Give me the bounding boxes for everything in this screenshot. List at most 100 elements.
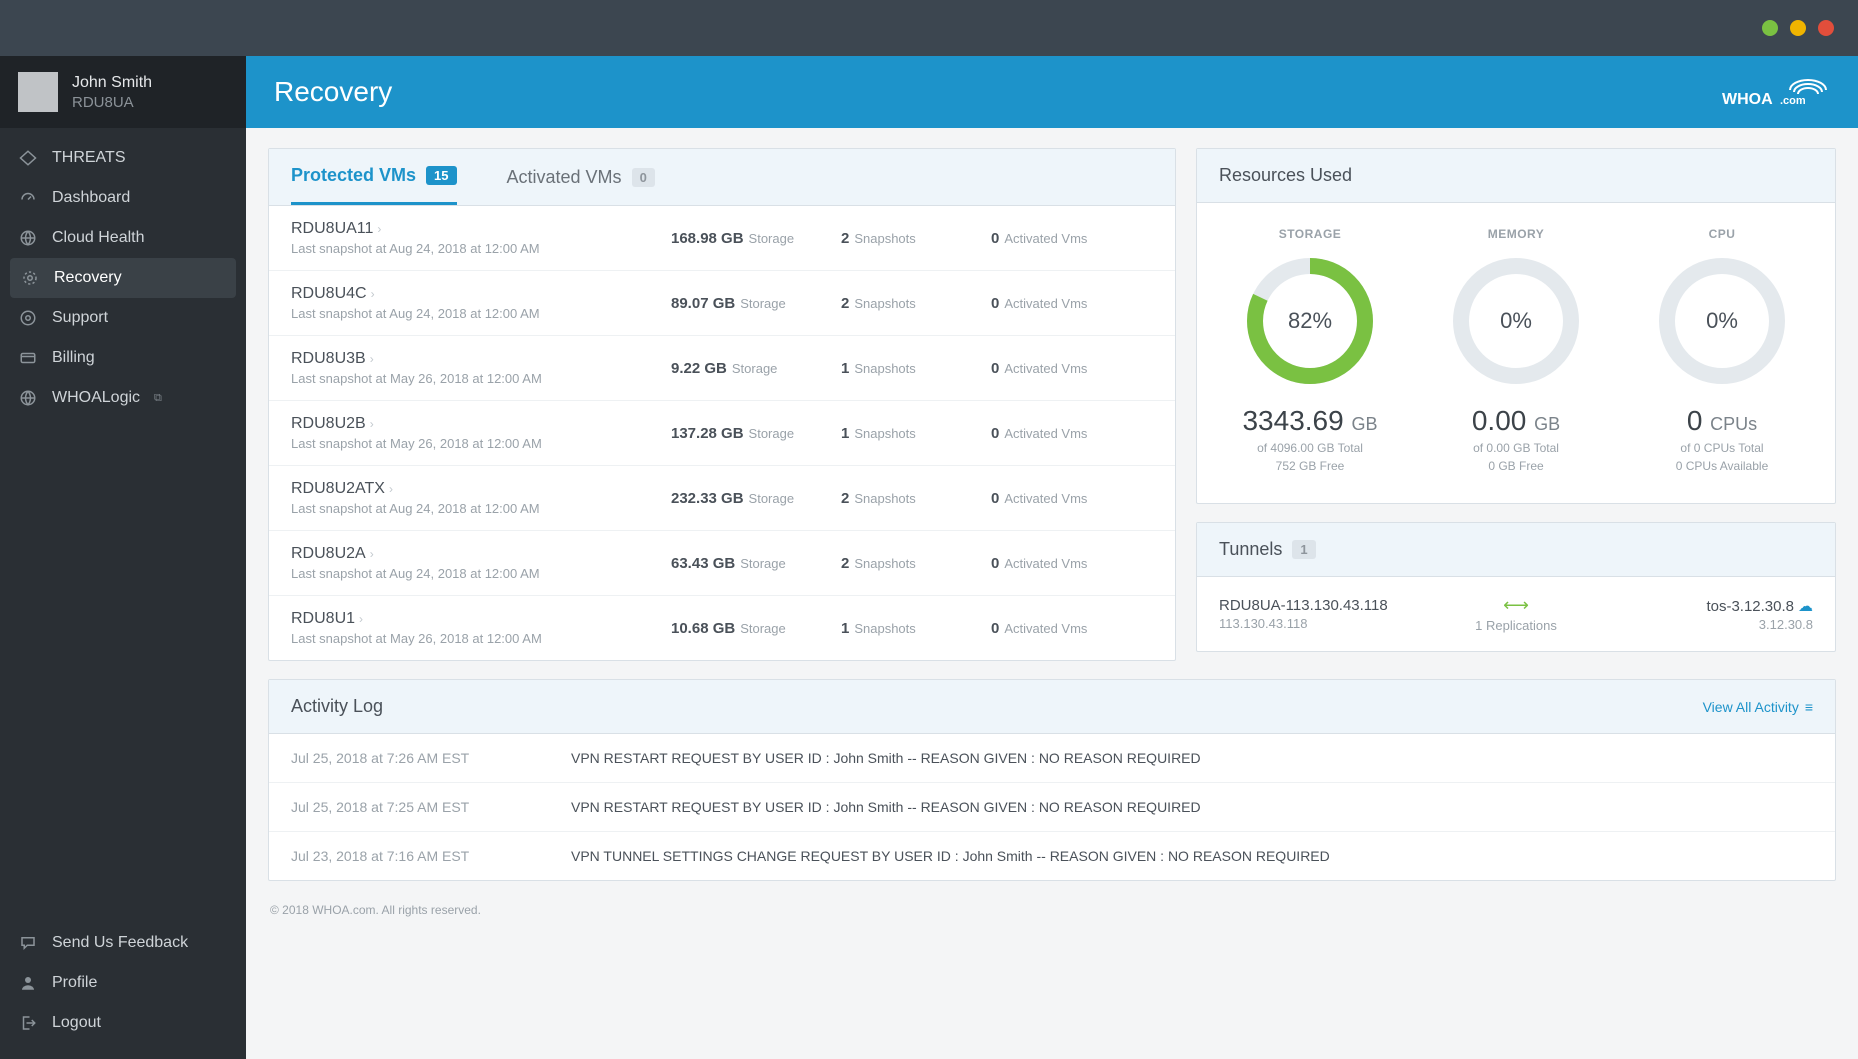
sidebar-item-support[interactable]: Support (0, 298, 246, 338)
tunnel-row[interactable]: RDU8UA-113.130.43.118 113.130.43.118 ⟷ 1… (1197, 577, 1835, 651)
vm-name: RDU8U2A › (291, 545, 374, 563)
sidebar-item-cloud-health[interactable]: Cloud Health (0, 218, 246, 258)
sidebar-item-label: Recovery (54, 269, 122, 287)
vm-storage-value: 63.43 GB (671, 555, 735, 572)
sidebar: John Smith RDU8UA THREATS Dashboard Cloud … (0, 56, 246, 1059)
activity-time: Jul 23, 2018 at 7:16 AM EST (291, 848, 571, 864)
vm-activated-value: 0 (991, 425, 999, 442)
vm-snapshots-value: 2 (841, 295, 849, 312)
vm-row[interactable]: RDU8UA11 ›Last snapshot at Aug 24, 2018 … (269, 206, 1175, 271)
vm-storage-value: 232.33 GB (671, 490, 744, 507)
page-header: Recovery WHOA .com (246, 56, 1858, 128)
vm-snapshots-value: 2 (841, 555, 849, 572)
resources-panel: Resources Used STORAGE82%3343.69 GBof 40… (1196, 148, 1836, 504)
sidebar-footer-item-profile[interactable]: Profile (0, 963, 246, 1003)
resource-cpu: CPU0%0 CPUsof 0 CPUs Total0 CPUs Availab… (1620, 227, 1824, 473)
resource-total: of 4096.00 GB Total (1208, 441, 1412, 455)
tunnels-title: Tunnels (1219, 539, 1282, 560)
activity-row: Jul 23, 2018 at 7:16 AM ESTVPN TUNNEL SE… (269, 832, 1835, 880)
tunnel-right-ip: 3.12.30.8 (1615, 617, 1813, 632)
vm-storage-value: 89.07 GB (671, 295, 735, 312)
vm-row[interactable]: RDU8U2B ›Last snapshot at May 26, 2018 a… (269, 401, 1175, 466)
sidebar-item-label: THREATS (52, 149, 125, 167)
footer-copyright: © 2018 WHOA.com. All rights reserved. (268, 899, 1836, 921)
resource-label: CPU (1620, 227, 1824, 241)
vm-row[interactable]: RDU8U4C ›Last snapshot at Aug 24, 2018 a… (269, 271, 1175, 336)
sidebar-footer-item-send-us-feedback[interactable]: Send Us Feedback (0, 923, 246, 963)
resource-label: STORAGE (1208, 227, 1412, 241)
vm-row[interactable]: RDU8U1 ›Last snapshot at May 26, 2018 at… (269, 596, 1175, 660)
activity-time: Jul 25, 2018 at 7:25 AM EST (291, 799, 571, 815)
vm-storage-label: Storage (740, 296, 786, 311)
chevron-right-icon: › (371, 287, 375, 301)
tunnels-count: 1 (1292, 540, 1315, 559)
cloud-icon: ☁ (1798, 598, 1813, 615)
tunnel-left-ip: 113.130.43.118 (1219, 616, 1417, 631)
vm-last-snapshot: Last snapshot at Aug 24, 2018 at 12:00 A… (291, 501, 671, 516)
chevron-right-icon: › (370, 547, 374, 561)
vm-name: RDU8U2B › (291, 415, 374, 433)
vm-last-snapshot: Last snapshot at Aug 24, 2018 at 12:00 A… (291, 306, 671, 321)
chevron-right-icon: › (370, 417, 374, 431)
support-icon (18, 308, 38, 328)
resource-label: MEMORY (1414, 227, 1618, 241)
sidebar-footer-label: Send Us Feedback (52, 934, 188, 952)
resource-memory: MEMORY0%0.00 GBof 0.00 GB Total0 GB Free (1414, 227, 1618, 473)
resources-title: Resources Used (1197, 149, 1835, 203)
vm-snapshots-label: Snapshots (854, 621, 915, 636)
vm-activated-value: 0 (991, 230, 999, 247)
resource-total: of 0 CPUs Total (1620, 441, 1824, 455)
sidebar-item-dashboard[interactable]: Dashboard (0, 178, 246, 218)
vm-last-snapshot: Last snapshot at May 26, 2018 at 12:00 A… (291, 371, 671, 386)
dashboard-icon (18, 188, 38, 208)
sidebar-footer-item-logout[interactable]: Logout (0, 1003, 246, 1043)
tab-activated-label: Activated VMs (507, 167, 622, 188)
sidebar-item-whoalogic[interactable]: WHOALogic ⧉ (0, 378, 246, 418)
bidirectional-arrow-icon: ⟷ (1417, 595, 1615, 616)
vm-snapshots-value: 2 (841, 490, 849, 507)
vm-snapshots-value: 1 (841, 425, 849, 442)
tab-protected-vms[interactable]: Protected VMs 15 (291, 149, 457, 205)
resource-free: 0 CPUs Available (1620, 459, 1824, 473)
brand-logo: WHOA .com (1720, 72, 1830, 112)
window-close-dot[interactable] (1818, 20, 1834, 36)
tunnel-left-name: RDU8UA-113.130.43.118 (1219, 597, 1417, 614)
window-maximize-dot[interactable] (1790, 20, 1806, 36)
resource-value: 0 CPUs (1620, 405, 1824, 437)
vm-last-snapshot: Last snapshot at Aug 24, 2018 at 12:00 A… (291, 566, 671, 581)
vm-storage-label: Storage (749, 426, 795, 441)
vm-activated-label: Activated Vms (1004, 426, 1087, 441)
vm-row[interactable]: RDU8U3B ›Last snapshot at May 26, 2018 a… (269, 336, 1175, 401)
tab-activated-vms[interactable]: Activated VMs 0 (507, 149, 655, 205)
activity-message: VPN RESTART REQUEST BY USER ID : John Sm… (571, 799, 1201, 815)
tab-protected-label: Protected VMs (291, 165, 416, 186)
activity-list: Jul 25, 2018 at 7:26 AM ESTVPN RESTART R… (269, 734, 1835, 880)
sidebar-item-label: Support (52, 309, 108, 327)
logout-icon (18, 1013, 38, 1033)
sidebar-item-billing[interactable]: Billing (0, 338, 246, 378)
vm-activated-label: Activated Vms (1004, 556, 1087, 571)
window-minimize-dot[interactable] (1762, 20, 1778, 36)
vm-snapshots-label: Snapshots (854, 231, 915, 246)
sidebar-item-label: Cloud Health (52, 229, 145, 247)
sidebar-item-threats[interactable]: THREATS (0, 138, 246, 178)
nav-footer: Send Us Feedback Profile Logout (0, 923, 246, 1059)
view-all-activity-link[interactable]: View All Activity ≡ (1703, 699, 1813, 715)
sidebar-item-recovery[interactable]: Recovery (10, 258, 236, 298)
vm-row[interactable]: RDU8U2ATX ›Last snapshot at Aug 24, 2018… (269, 466, 1175, 531)
vm-list: RDU8UA11 ›Last snapshot at Aug 24, 2018 … (269, 206, 1175, 660)
vms-panel: Protected VMs 15 Activated VMs 0 RDU8UA1… (268, 148, 1176, 661)
chevron-right-icon: › (389, 482, 393, 496)
user-block[interactable]: John Smith RDU8UA (0, 56, 246, 128)
external-link-icon: ⧉ (154, 392, 162, 405)
vm-storage-value: 137.28 GB (671, 425, 744, 442)
vm-name: RDU8U1 › (291, 610, 363, 628)
vm-storage-label: Storage (740, 621, 786, 636)
activity-header: Activity Log View All Activity ≡ (269, 680, 1835, 734)
resources-body: STORAGE82%3343.69 GBof 4096.00 GB Total7… (1197, 203, 1835, 503)
cloud-health-icon (18, 228, 38, 248)
vm-activated-value: 0 (991, 620, 999, 637)
threats-icon (18, 148, 38, 168)
sidebar-footer-label: Logout (52, 1014, 101, 1032)
vm-row[interactable]: RDU8U2A › Last snapshot at Aug 24, 2018 a… (269, 531, 1175, 596)
